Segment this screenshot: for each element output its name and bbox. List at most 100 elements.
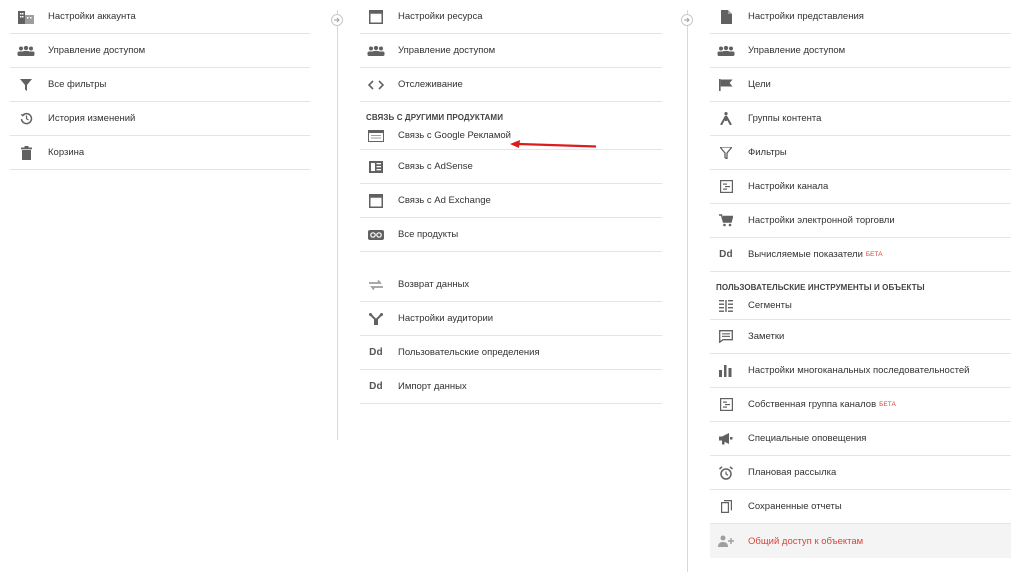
adsense-icon	[366, 160, 386, 174]
ad-exchange-icon	[366, 193, 386, 208]
audience-icon	[366, 312, 386, 326]
trash-item[interactable]: Корзина	[10, 136, 310, 170]
flag-icon	[716, 78, 736, 92]
trash-icon	[16, 145, 36, 160]
arrow-right-icon	[681, 14, 693, 26]
property-column: Настройки ресурса Управление доступом От…	[360, 0, 662, 404]
item-label: Общий доступ к объектам	[748, 535, 864, 547]
tracking-item[interactable]: Отслеживание	[360, 68, 662, 102]
account-settings-item[interactable]: Настройки аккаунта	[10, 0, 310, 34]
annotations-item[interactable]: Заметки	[710, 320, 1011, 354]
column-divider	[687, 10, 688, 572]
section-heading: СВЯЗЬ С ДРУГИМИ ПРОДУКТАМИ	[366, 113, 504, 122]
data-import-item[interactable]: Dd Импорт данных	[360, 370, 662, 404]
item-label: Сегменты	[748, 300, 792, 311]
ad-exchange-link-item[interactable]: Связь с Ad Exchange	[360, 184, 662, 218]
dd-icon: Dd	[369, 381, 383, 392]
calculated-metrics-item[interactable]: Dd Вычисляемые показатели БЕТА	[710, 238, 1011, 272]
segments-icon	[716, 299, 736, 313]
people-icon	[366, 44, 386, 58]
item-label: Вычисляемые показатели	[748, 249, 863, 260]
property-window-icon	[366, 9, 386, 24]
item-label: Связь с AdSense	[398, 161, 473, 172]
item-label: Возврат данных	[398, 279, 470, 290]
item-label: Специальные оповещения	[748, 433, 867, 444]
item-label: Заметки	[748, 331, 785, 342]
view-column: Настройки представления Управление досту…	[710, 0, 1011, 558]
scheduled-emails-item[interactable]: Плановая рассылка	[710, 456, 1011, 490]
content-group-icon	[716, 112, 736, 126]
item-label: Управление доступом	[398, 45, 496, 56]
item-label: Корзина	[48, 147, 85, 158]
beta-badge: БЕТА	[879, 401, 896, 408]
google-ads-icon	[366, 129, 386, 143]
change-history-item[interactable]: История изменений	[10, 102, 310, 136]
segments-item[interactable]: Сегменты	[710, 292, 1011, 320]
custom-channel-group-item[interactable]: Собственная группа каналов БЕТА	[710, 388, 1011, 422]
arrow-right-icon	[331, 14, 343, 26]
item-label: Цели	[748, 79, 771, 90]
document-icon	[716, 9, 736, 24]
custom-alerts-item[interactable]: Специальные оповещения	[710, 422, 1011, 456]
item-label: Настройки ресурса	[398, 11, 483, 22]
history-icon	[16, 112, 36, 126]
item-label: Настройки аудитории	[398, 313, 494, 324]
building-icon	[16, 10, 36, 24]
adsense-link-item[interactable]: Связь с AdSense	[360, 150, 662, 184]
custom-definitions-item[interactable]: Dd Пользовательские определения	[360, 336, 662, 370]
column-divider	[337, 10, 338, 440]
item-label: Плановая рассылка	[748, 467, 837, 478]
data-retention-item[interactable]: Возврат данных	[360, 268, 662, 302]
view-settings-item[interactable]: Настройки представления	[710, 0, 1011, 34]
filter-icon	[716, 146, 736, 160]
channel-settings-icon	[716, 398, 736, 412]
item-label: Связь с Google Рекламой	[398, 130, 511, 141]
item-label: Настройки представления	[748, 11, 864, 22]
all-products-icon	[366, 228, 386, 242]
filters-item[interactable]: Фильтры	[710, 136, 1011, 170]
people-icon	[716, 44, 736, 58]
saved-reports-item[interactable]: Сохраненные отчеты	[710, 490, 1011, 524]
notes-icon	[716, 330, 736, 344]
channel-settings-item[interactable]: Настройки канала	[710, 170, 1011, 204]
item-label: Импорт данных	[398, 381, 467, 392]
all-products-item[interactable]: Все продукты	[360, 218, 662, 252]
item-label: Настройки канала	[748, 181, 829, 192]
item-label: Настройки аккаунта	[48, 11, 136, 22]
goals-item[interactable]: Цели	[710, 68, 1011, 102]
account-column: Настройки аккаунта Управление доступом В…	[10, 0, 310, 170]
data-retention-icon	[366, 278, 386, 292]
item-label: Настройки многоканальных последовательно…	[748, 365, 970, 376]
view-access-item[interactable]: Управление доступом	[710, 34, 1011, 68]
property-settings-item[interactable]: Настройки ресурса	[360, 0, 662, 34]
all-filters-item[interactable]: Все фильтры	[10, 68, 310, 102]
item-label: Настройки электронной торговли	[748, 215, 895, 226]
saved-reports-icon	[716, 500, 736, 514]
item-label: Пользовательские определения	[398, 347, 540, 358]
filter-icon	[16, 78, 36, 92]
item-label: История изменений	[48, 113, 136, 124]
content-groups-item[interactable]: Группы контента	[710, 102, 1011, 136]
item-label: Управление доступом	[748, 45, 846, 56]
mcf-settings-item[interactable]: Настройки многоканальных последовательно…	[710, 354, 1011, 388]
item-label: Все продукты	[398, 229, 459, 240]
beta-badge: БЕТА	[865, 251, 883, 258]
item-label: Фильтры	[748, 147, 787, 158]
alarm-clock-icon	[716, 465, 736, 480]
ecommerce-settings-item[interactable]: Настройки электронной торговли	[710, 204, 1011, 238]
share-user-icon	[716, 534, 736, 548]
property-access-item[interactable]: Управление доступом	[360, 34, 662, 68]
item-label: Сохраненные отчеты	[748, 501, 842, 512]
account-access-item[interactable]: Управление доступом	[10, 34, 310, 68]
share-assets-item[interactable]: Общий доступ к объектам	[710, 524, 1011, 558]
item-label: Собственная группа каналов	[748, 399, 877, 410]
people-icon	[16, 44, 36, 58]
item-label: Отслеживание	[398, 79, 463, 90]
dd-icon: Dd	[369, 347, 383, 358]
code-icon	[366, 78, 386, 92]
bar-chart-icon	[716, 364, 736, 378]
audience-settings-item[interactable]: Настройки аудитории	[360, 302, 662, 336]
channel-settings-icon	[716, 180, 736, 194]
item-label: Управление доступом	[48, 45, 146, 56]
item-label: Группы контента	[748, 113, 822, 124]
